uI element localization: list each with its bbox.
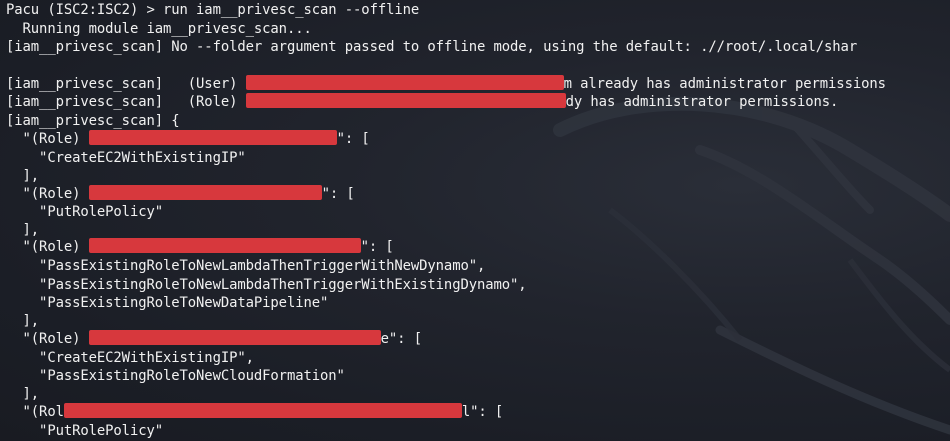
terminal-line-suffix: e": [ — [380, 331, 422, 347]
terminal-line-suffix: l": [ — [461, 404, 504, 420]
terminal-line: "(Role) e": [ — [6, 330, 422, 349]
terminal-line-suffix: ": [ — [336, 131, 370, 147]
terminal-line: "(Rol l": [ — [6, 403, 503, 422]
terminal-line-prefix: [iam__privesc_scan] (User) — [6, 76, 246, 92]
terminal-line: "CreateEC2WithExistingIP" — [6, 150, 246, 166]
terminal-line: [iam__privesc_scan] { — [6, 113, 180, 129]
terminal-line: ], — [6, 313, 40, 329]
terminal-line-suffix: ": [ — [360, 239, 394, 255]
terminal-line: "PassExistingRoleToNewDataPipeline" — [6, 295, 329, 311]
terminal-line-prefix: "(Role) — [6, 131, 89, 147]
terminal-line-prefix: "(Rol — [6, 404, 64, 420]
terminal-line-suffix: ": [ — [321, 186, 355, 202]
terminal-line-prefix: "(Role) — [6, 186, 89, 202]
terminal-line: "PassExistingRoleToNewCloudFormation" — [6, 368, 345, 384]
redacted-role-name — [88, 130, 337, 145]
redacted-role-name — [88, 185, 322, 200]
redacted-role-name — [63, 403, 462, 418]
terminal-line: ], — [6, 386, 40, 402]
terminal-line-prefix: [iam__privesc_scan] (Role) — [6, 94, 246, 110]
terminal-line-suffix: m already has administrator permissions — [563, 76, 886, 92]
redacted-user-name — [245, 75, 564, 90]
redacted-role-name — [245, 93, 566, 108]
terminal-line: "PassExistingRoleToNewLambdaThenTriggerW… — [6, 258, 486, 274]
terminal-line-suffix: dy has administrator permissions. — [565, 94, 839, 110]
command-prompt: Pacu (ISC2:ISC2) > run iam__privesc_scan… — [6, 2, 420, 18]
redacted-role-name — [88, 238, 361, 253]
terminal-line: "(Role) ": [ — [6, 130, 370, 149]
terminal-line: Running module iam__privesc_scan... — [6, 21, 312, 37]
terminal-line: [iam__privesc_scan] (Role) dy has admini… — [6, 93, 838, 112]
terminal-line: "CreateEC2WithExistingIP", — [6, 350, 254, 366]
terminal-line: "(Role) ": [ — [6, 185, 355, 204]
terminal-line: "(Role) ": [ — [6, 238, 394, 257]
terminal-line: "PassExistingRoleToNewLambdaThenTriggerW… — [6, 277, 527, 293]
terminal-line: ], — [6, 168, 40, 184]
redacted-role-name — [88, 330, 381, 345]
terminal-line: "PutRolePolicy" — [6, 204, 163, 220]
terminal-line-prefix: "(Role) — [6, 239, 89, 255]
terminal-window[interactable]: Pacu (ISC2:ISC2) > run iam__privesc_scan… — [0, 0, 950, 441]
terminal-line-prefix: "(Role) — [6, 331, 89, 347]
terminal-line: [iam__privesc_scan] (User) m already has… — [6, 75, 886, 94]
terminal-line: "PutRolePolicy" — [6, 423, 163, 439]
terminal-line: [iam__privesc_scan] No --folder argument… — [6, 39, 858, 55]
